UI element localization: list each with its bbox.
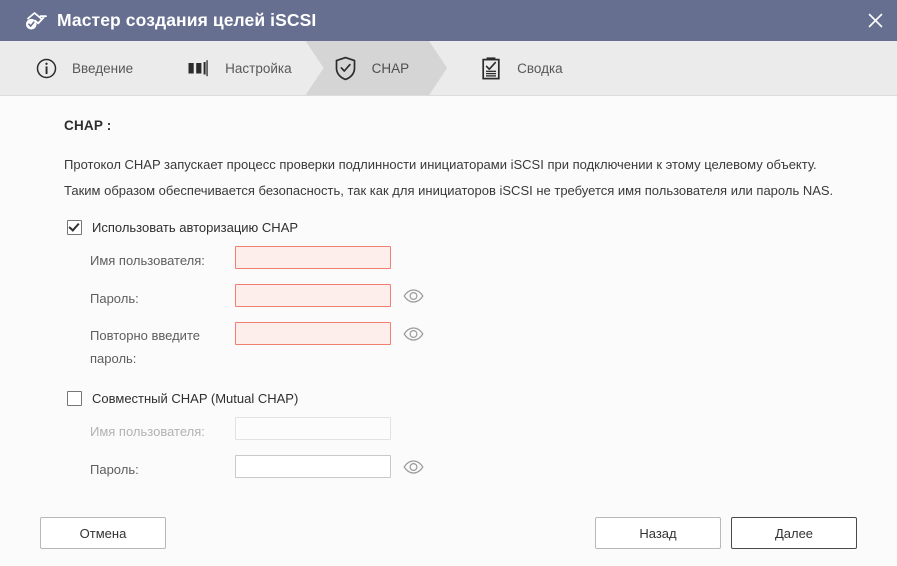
mutual-chap-password-row: Пароль:	[64, 455, 857, 482]
mutual-chap-label: Совместный CHAP (Mutual CHAP)	[92, 391, 299, 406]
step-label: Введение	[72, 60, 134, 76]
eye-icon[interactable]	[401, 455, 425, 478]
mutual-chap-checkbox[interactable]	[67, 391, 82, 406]
chap-password-label: Пароль:	[90, 291, 139, 306]
chap-password-input[interactable]	[235, 284, 391, 307]
clipboard-check-icon	[479, 56, 503, 80]
wizard-footer: Отмена Назад Далее	[0, 500, 897, 566]
window-titlebar: Мастер создания целей iSCSI	[0, 0, 897, 41]
mutual-chap-password-input[interactable]	[235, 455, 391, 478]
next-button[interactable]: Далее	[731, 517, 857, 549]
lun-storage-icon	[187, 56, 211, 80]
window-title: Мастер создания целей iSCSI	[57, 9, 317, 30]
mutual-chap-checkbox-row[interactable]: Совместный CHAP (Mutual CHAP)	[67, 391, 857, 406]
target-check-icon	[22, 8, 48, 34]
mutual-chap-username-label: Имя пользователя:	[90, 424, 205, 439]
wizard-content: CHAP : Протокол CHAP запускает процесс п…	[0, 96, 897, 500]
chap-description: Протокол CHAP запускает процесс проверки…	[64, 157, 834, 198]
info-circle-icon	[34, 56, 58, 80]
step-configuration[interactable]: Настройка	[153, 41, 311, 95]
mutual-chap-username-row: Имя пользователя:	[64, 417, 857, 444]
eye-icon[interactable]	[401, 322, 425, 345]
use-chap-checkbox-row[interactable]: Использовать авторизацию CHAP	[67, 220, 857, 235]
back-button[interactable]: Назад	[595, 517, 721, 549]
mutual-chap-password-label: Пароль:	[90, 462, 139, 477]
wizard-steps: Введение Настройка CHAP Сводка	[0, 41, 897, 96]
step-label: CHAP	[371, 60, 410, 76]
chap-password-confirm-row: Повторно введите пароль:	[64, 322, 857, 370]
chap-password-confirm-label: Повторно введите пароль:	[90, 328, 200, 366]
step-introduction[interactable]: Введение	[0, 41, 153, 95]
step-label: Настройка	[225, 60, 292, 76]
close-icon[interactable]	[853, 0, 897, 41]
shield-check-icon	[334, 56, 358, 80]
step-summary[interactable]: Сводка	[447, 41, 583, 95]
chap-username-row: Имя пользователя:	[64, 246, 857, 273]
step-label: Сводка	[517, 60, 563, 76]
chap-password-row: Пароль:	[64, 284, 857, 311]
use-chap-checkbox[interactable]	[67, 220, 82, 235]
chap-username-input[interactable]	[235, 246, 391, 269]
chap-username-label: Имя пользователя:	[90, 253, 205, 268]
eye-icon[interactable]	[401, 284, 425, 307]
use-chap-label: Использовать авторизацию CHAP	[92, 220, 299, 235]
chap-password-confirm-input[interactable]	[235, 322, 391, 345]
page-title: CHAP :	[64, 118, 112, 133]
cancel-button[interactable]: Отмена	[40, 517, 166, 549]
mutual-chap-username-input[interactable]	[235, 417, 391, 440]
wizard-window: Мастер создания целей iSCSI Введение Нас…	[0, 0, 897, 566]
step-chap[interactable]: CHAP	[306, 41, 448, 95]
